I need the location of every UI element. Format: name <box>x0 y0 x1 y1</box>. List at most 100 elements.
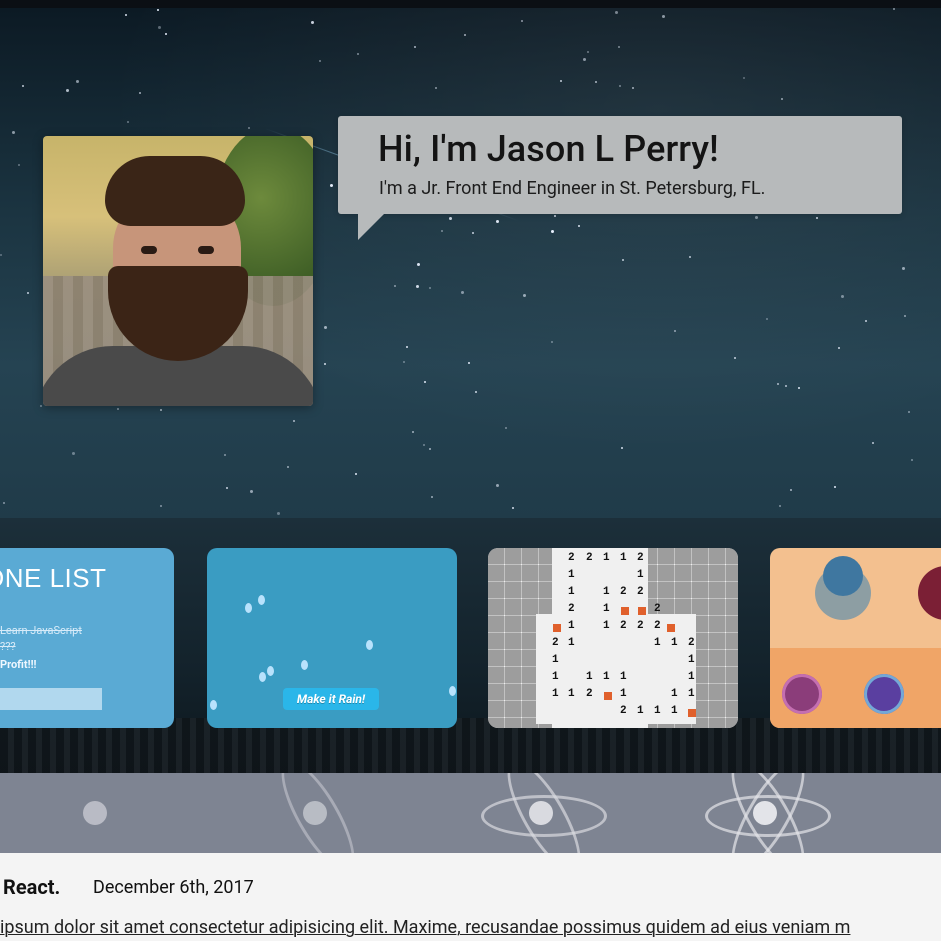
mine-number: 1 <box>688 654 695 666</box>
star <box>472 232 474 234</box>
mine-number: 1 <box>552 671 559 683</box>
mine-number: 1 <box>654 705 661 717</box>
star <box>429 448 431 450</box>
star <box>496 220 499 223</box>
star <box>287 466 289 468</box>
photo-eye-left <box>141 246 157 254</box>
star <box>615 11 618 14</box>
star <box>429 287 431 289</box>
star <box>512 507 514 509</box>
project-card-bowls-game[interactable] <box>770 548 941 728</box>
star <box>319 60 321 62</box>
mine-number: 1 <box>620 688 627 700</box>
star <box>160 409 162 411</box>
star <box>587 51 589 53</box>
mine-number: 1 <box>586 671 593 683</box>
intro-speech-bubble: Hi, I'm Jason L Perry! I'm a Jr. Front E… <box>338 116 902 240</box>
star <box>139 92 141 94</box>
mine-number: 2 <box>637 620 644 632</box>
star <box>22 85 24 87</box>
star <box>250 490 253 493</box>
flag-icon <box>688 709 696 717</box>
orb-icon <box>823 556 863 596</box>
todo-input-field <box>0 688 102 710</box>
star <box>468 362 470 364</box>
mine-number: 1 <box>552 654 559 666</box>
hero-headline: Hi, I'm Jason L Perry! <box>378 128 719 170</box>
blue-circle-button[interactable] <box>864 674 904 714</box>
raindrop-icon <box>258 595 265 605</box>
projects-carousel: ONE LIST Learn JavaScript ??? Profit!!! … <box>0 518 941 773</box>
star <box>622 259 624 261</box>
star <box>893 8 895 10</box>
post-banner <box>0 773 941 853</box>
raindrop-icon <box>259 672 266 682</box>
raindrop-icon <box>301 660 308 670</box>
star <box>904 315 906 317</box>
mine-number: 2 <box>620 705 627 717</box>
mine-number: 1 <box>688 671 695 683</box>
star <box>412 431 414 433</box>
mine-number: 2 <box>586 688 593 700</box>
star <box>157 9 159 11</box>
star <box>293 420 295 422</box>
star <box>475 391 477 393</box>
star <box>226 487 228 489</box>
star <box>554 215 556 217</box>
star <box>816 217 818 219</box>
star <box>911 459 913 461</box>
mine-number: 2 <box>568 552 575 564</box>
star <box>117 408 119 410</box>
mine-number: 1 <box>654 637 661 649</box>
post-date: December 6th, 2017 <box>93 877 254 898</box>
star <box>125 14 127 16</box>
star <box>583 58 586 61</box>
star <box>777 383 779 385</box>
mine-number: 2 <box>637 552 644 564</box>
star <box>523 294 526 297</box>
star <box>734 357 736 359</box>
mine-number: 1 <box>568 586 575 598</box>
project-card-one-list[interactable]: ONE LIST Learn JavaScript ??? Profit!!! <box>0 548 174 728</box>
star <box>902 267 905 270</box>
mine-number: 2 <box>654 603 661 615</box>
star <box>330 184 333 187</box>
mine-number: 1 <box>671 637 678 649</box>
mine-number: 1 <box>568 688 575 700</box>
mine-number: 1 <box>568 569 575 581</box>
post-excerpt-link[interactable]: ipsum dolor sit amet consectetur adipisi… <box>0 917 850 938</box>
star <box>127 121 129 123</box>
project-card-make-it-rain[interactable]: Make it Rain! <box>207 548 457 728</box>
react-atom-icon <box>481 773 607 853</box>
star <box>416 285 419 288</box>
make-it-rain-button[interactable]: Make it Rain! <box>283 688 379 710</box>
project-card-minesweeper[interactable]: 2 2 1 1 2 1 1 1 1 2 2 2 1 2 1 1 2 2 2 2 … <box>488 548 738 728</box>
star <box>662 15 665 18</box>
mine-number: 1 <box>603 586 610 598</box>
star <box>72 452 75 455</box>
star <box>621 447 623 449</box>
bowl-icon <box>918 566 941 620</box>
star <box>872 442 874 444</box>
post-title[interactable]: React. <box>3 875 60 899</box>
star <box>790 489 792 491</box>
mine-number: 1 <box>603 552 610 564</box>
star <box>766 318 768 320</box>
mine-number: 2 <box>637 586 644 598</box>
mine-number: 2 <box>620 620 627 632</box>
star <box>357 53 359 55</box>
star <box>324 326 327 329</box>
star <box>674 330 676 332</box>
star <box>417 263 420 266</box>
star <box>618 46 620 48</box>
star <box>841 295 844 298</box>
card-title: ONE LIST <box>0 563 107 593</box>
star <box>394 285 396 287</box>
star <box>865 320 867 322</box>
todo-item-1: Learn JavaScript <box>0 624 82 637</box>
star <box>560 80 562 82</box>
star <box>464 34 466 36</box>
raindrop-icon <box>245 603 252 613</box>
star <box>496 484 499 487</box>
purple-circle-button[interactable] <box>782 674 822 714</box>
